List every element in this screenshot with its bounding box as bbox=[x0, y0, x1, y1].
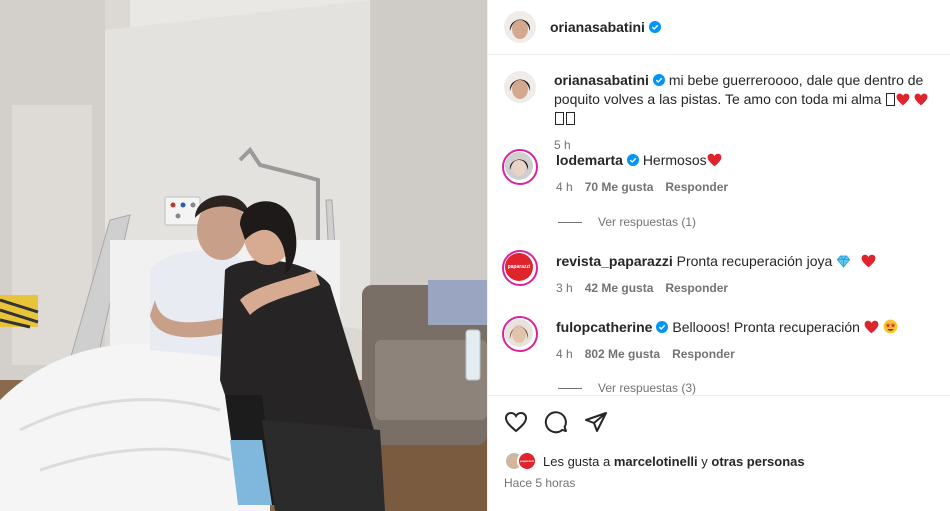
paparazzi-logo: paparazzi bbox=[519, 453, 535, 469]
commenter-avatar-image bbox=[505, 152, 533, 180]
comment-text: lodemarta Hermosos bbox=[556, 151, 931, 170]
verified-badge-icon bbox=[648, 21, 661, 33]
comment-likes[interactable]: 802 Me gusta bbox=[585, 345, 660, 364]
likes-connector: y bbox=[701, 453, 708, 469]
red-heart-emoji-icon bbox=[914, 93, 928, 106]
gem-emoji-icon bbox=[837, 255, 851, 268]
verified-badge-icon bbox=[656, 321, 669, 333]
post-details-panel: orianasabatini orianasabatini mi bebe gu… bbox=[487, 0, 950, 511]
comment-username[interactable]: fulopcatherine bbox=[556, 319, 652, 335]
post-photo[interactable] bbox=[0, 0, 487, 511]
verified-badge-icon bbox=[652, 74, 665, 86]
red-heart-emoji-icon bbox=[896, 93, 910, 106]
likes-prefix: Les gusta a bbox=[543, 453, 611, 469]
comment-likes[interactable]: 42 Me gusta bbox=[585, 279, 654, 298]
paparazzi-logo: paparazzi bbox=[505, 253, 533, 281]
comment-text: revista_paparazzi Pronta recuperación jo… bbox=[556, 252, 931, 271]
comment-icon[interactable] bbox=[544, 410, 568, 434]
comment-text: fulopcatherine Bellooos! Pronta recupera… bbox=[556, 318, 931, 337]
instagram-post: orianasabatini orianasabatini mi bebe gu… bbox=[0, 0, 950, 511]
replies-line bbox=[558, 221, 582, 223]
view-replies-button[interactable]: Ver respuestas (3) bbox=[558, 381, 696, 395]
unknown-emoji-icon bbox=[555, 112, 564, 125]
liker-username[interactable]: marcelotinelli bbox=[614, 454, 698, 469]
caption-username[interactable]: orianasabatini bbox=[554, 72, 649, 88]
comment-time[interactable]: 4 h bbox=[556, 345, 573, 364]
comment-body: Pronta recuperación joya bbox=[676, 253, 833, 269]
caption-author-avatar[interactable] bbox=[504, 71, 536, 103]
comment-body: Bellooos! Pronta recuperación bbox=[672, 319, 860, 335]
author-avatar-image bbox=[504, 11, 536, 43]
post-timestamp[interactable]: Hace 5 horas bbox=[504, 476, 575, 490]
unknown-emoji-icon bbox=[886, 93, 896, 106]
heart-icon[interactable] bbox=[504, 410, 528, 434]
likes-text: Les gusta a marcelotinelli y otras perso… bbox=[543, 454, 805, 469]
comment-item: paparazzi revista_paparazzi Pronta recup… bbox=[502, 250, 944, 298]
comment-item: fulopcatherine Bellooos! Pronta recupera… bbox=[502, 316, 944, 364]
red-heart-emoji-icon bbox=[707, 153, 721, 167]
share-icon[interactable] bbox=[584, 410, 608, 434]
other-likers-link[interactable]: otras personas bbox=[711, 454, 804, 469]
post-header: orianasabatini bbox=[488, 0, 950, 55]
star-struck-emoji-icon bbox=[883, 319, 898, 334]
view-replies-button[interactable]: Ver respuestas (1) bbox=[558, 215, 696, 229]
comment-item: lodemarta Hermosos 4 h 70 Me gusta Respo… bbox=[502, 149, 944, 197]
caption-row: orianasabatini mi bebe guerreroooo, dale… bbox=[504, 71, 944, 155]
caption-avatar-image bbox=[504, 71, 536, 103]
hospital-room-photo bbox=[0, 0, 487, 511]
commenter-avatar[interactable] bbox=[502, 316, 538, 352]
red-heart-emoji-icon bbox=[861, 254, 876, 268]
view-replies-label: Ver respuestas (1) bbox=[598, 215, 697, 229]
action-icons bbox=[504, 410, 608, 434]
post-actions: paparazzi Les gusta a marcelotinelli y o… bbox=[488, 395, 950, 511]
reply-button[interactable]: Responder bbox=[672, 345, 735, 364]
replies-line bbox=[558, 387, 582, 389]
comment-username[interactable]: revista_paparazzi bbox=[556, 253, 673, 269]
likes-summary: paparazzi Les gusta a marcelotinelli y o… bbox=[504, 451, 805, 471]
reply-button[interactable]: Responder bbox=[665, 178, 728, 197]
reply-button[interactable]: Responder bbox=[665, 279, 728, 298]
liker-avatar[interactable]: paparazzi bbox=[517, 451, 537, 471]
unknown-emoji-icon bbox=[566, 112, 575, 125]
view-replies-label: Ver respuestas (3) bbox=[598, 381, 697, 395]
commenter-avatar-image bbox=[505, 319, 533, 347]
verified-badge-icon bbox=[626, 154, 639, 166]
comment-body: Hermosos bbox=[642, 152, 707, 168]
comment-likes[interactable]: 70 Me gusta bbox=[585, 178, 654, 197]
commenter-avatar[interactable] bbox=[502, 149, 538, 185]
author-username[interactable]: orianasabatini bbox=[550, 19, 645, 35]
comment-time[interactable]: 3 h bbox=[556, 279, 573, 298]
commenter-avatar[interactable]: paparazzi bbox=[502, 250, 538, 286]
author-avatar[interactable] bbox=[504, 11, 536, 43]
comment-username[interactable]: lodemarta bbox=[556, 152, 623, 168]
comments-list[interactable]: orianasabatini mi bebe guerreroooo, dale… bbox=[488, 55, 950, 395]
comment-time[interactable]: 4 h bbox=[556, 178, 573, 197]
caption-text: orianasabatini mi bebe guerreroooo, dale… bbox=[554, 71, 929, 128]
red-heart-emoji-icon bbox=[864, 320, 879, 334]
